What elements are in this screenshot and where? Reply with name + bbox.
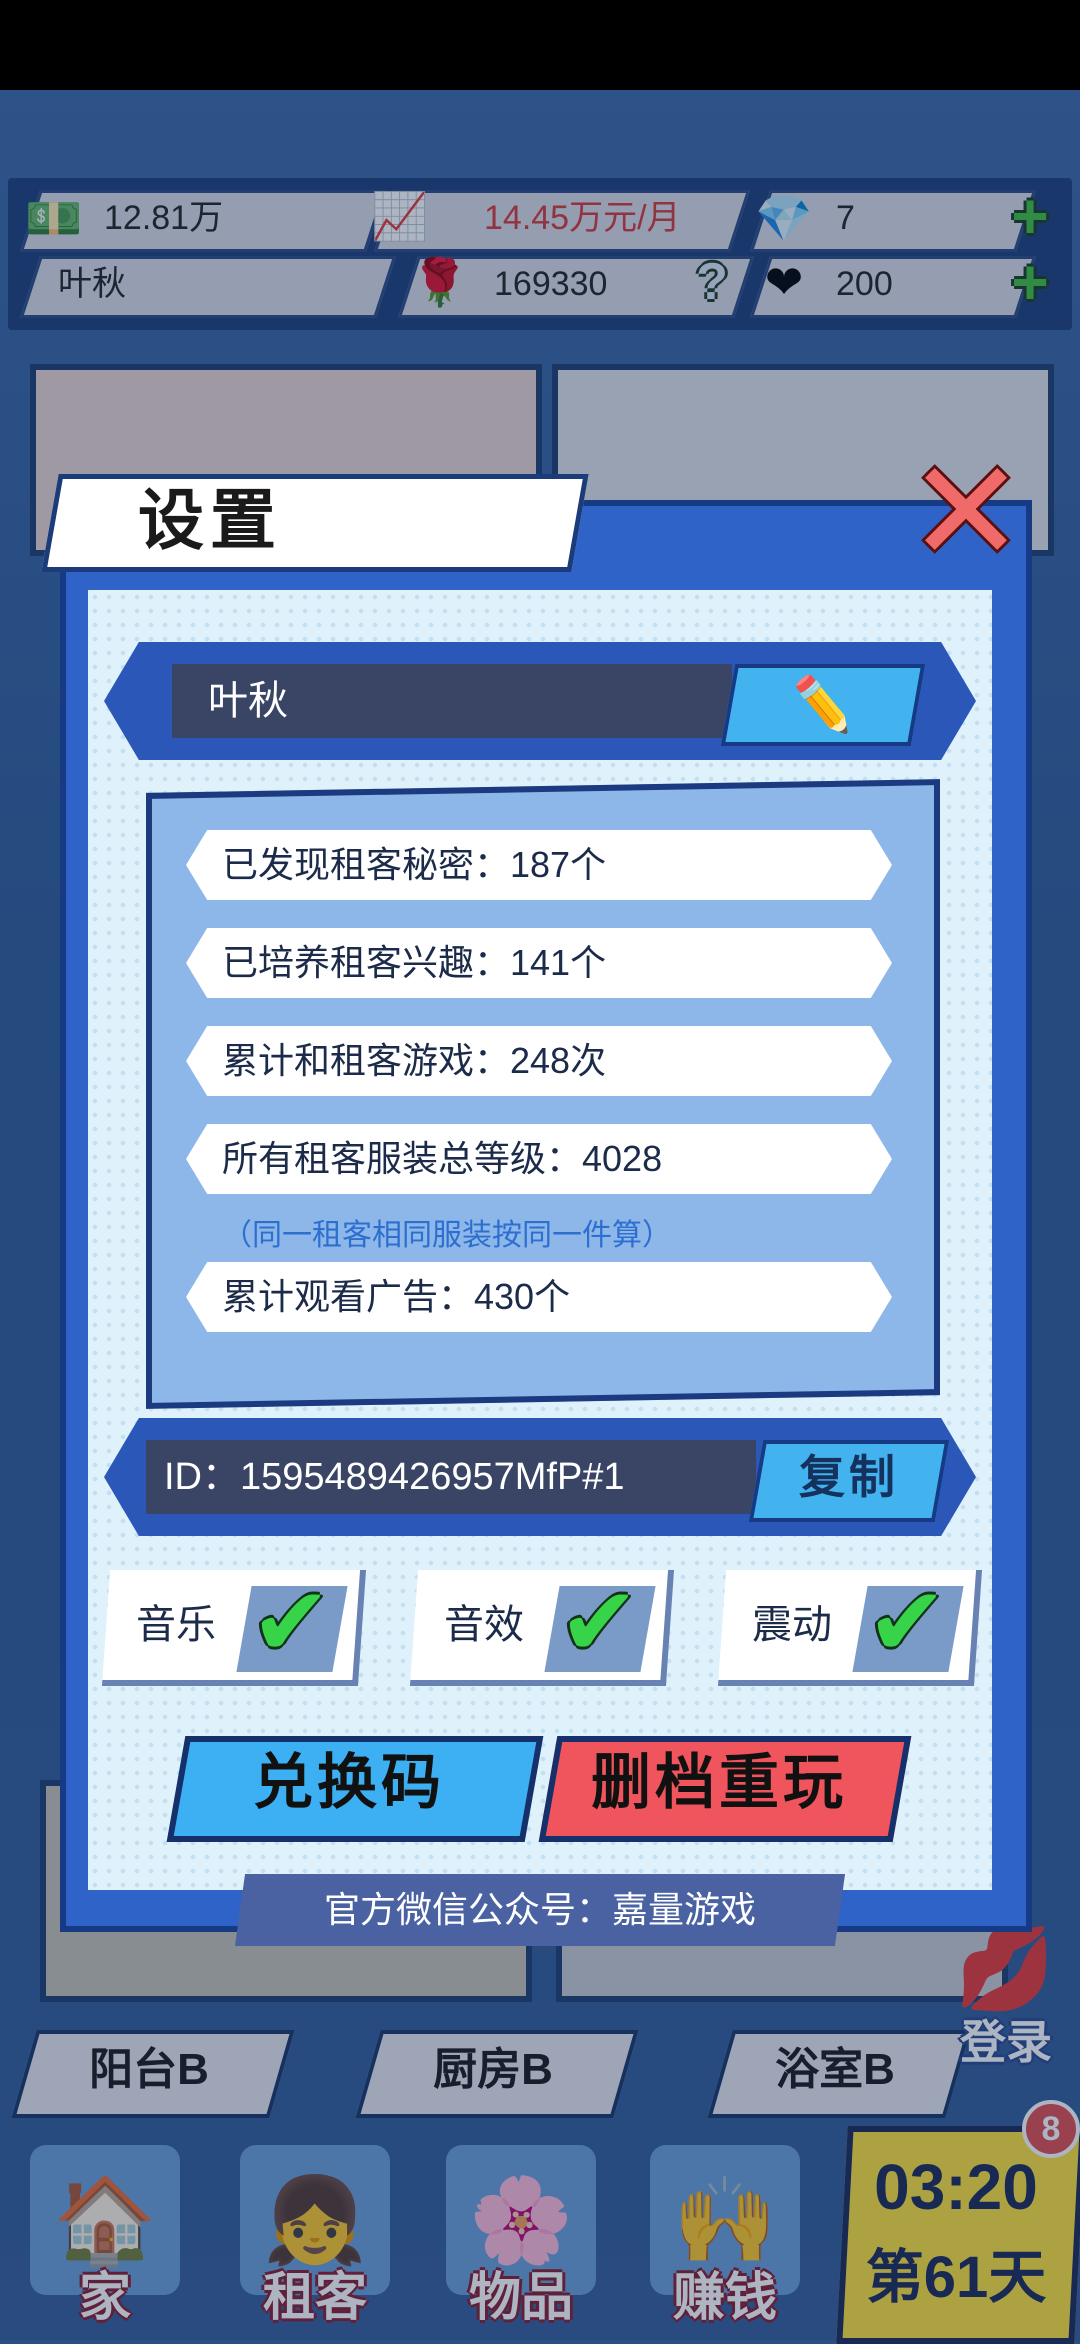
wechat-footer: 官方微信公众号：嘉量游戏 — [323, 1889, 756, 1930]
stat-interests: 已培养租客兴趣：141个 — [222, 942, 607, 983]
copy-button[interactable]: 复制 — [760, 1440, 938, 1514]
close-icon[interactable]: ✕ — [907, 442, 1024, 582]
stat-ads: 累计观看广告：430个 — [222, 1276, 571, 1317]
player-name-text: 叶秋 — [208, 679, 288, 723]
delete-save-button[interactable]: 删档重玩 — [548, 1736, 890, 1830]
edit-name-button[interactable]: ✏️ — [720, 664, 926, 746]
stat-outfit-level: 所有租客服装总等级：4028 — [222, 1138, 663, 1179]
checkmark-icon[interactable]: ✔ — [852, 1568, 962, 1678]
stat-secrets: 已发现租客秘密：187个 — [222, 844, 607, 885]
stat-games: 累计和租客游戏：248次 — [222, 1040, 607, 1081]
dialog-title-tab — [41, 474, 589, 572]
player-id: ID：1595489426957MfP#1 — [164, 1456, 625, 1498]
checkmark-icon[interactable]: ✔ — [544, 1568, 654, 1678]
dialog-title: 设置 — [138, 483, 282, 557]
status-bar — [0, 0, 1080, 90]
pencil-icon: ✏️ — [784, 674, 863, 735]
stat-note: （同一租客相同服装按同一件算） — [222, 1219, 672, 1252]
redeem-code-button[interactable]: 兑换码 — [176, 1736, 522, 1830]
music-label: 音乐 — [136, 1603, 216, 1647]
sfx-label: 音效 — [444, 1603, 524, 1647]
vibration-label: 震动 — [752, 1603, 832, 1647]
checkmark-icon[interactable]: ✔ — [236, 1568, 346, 1678]
